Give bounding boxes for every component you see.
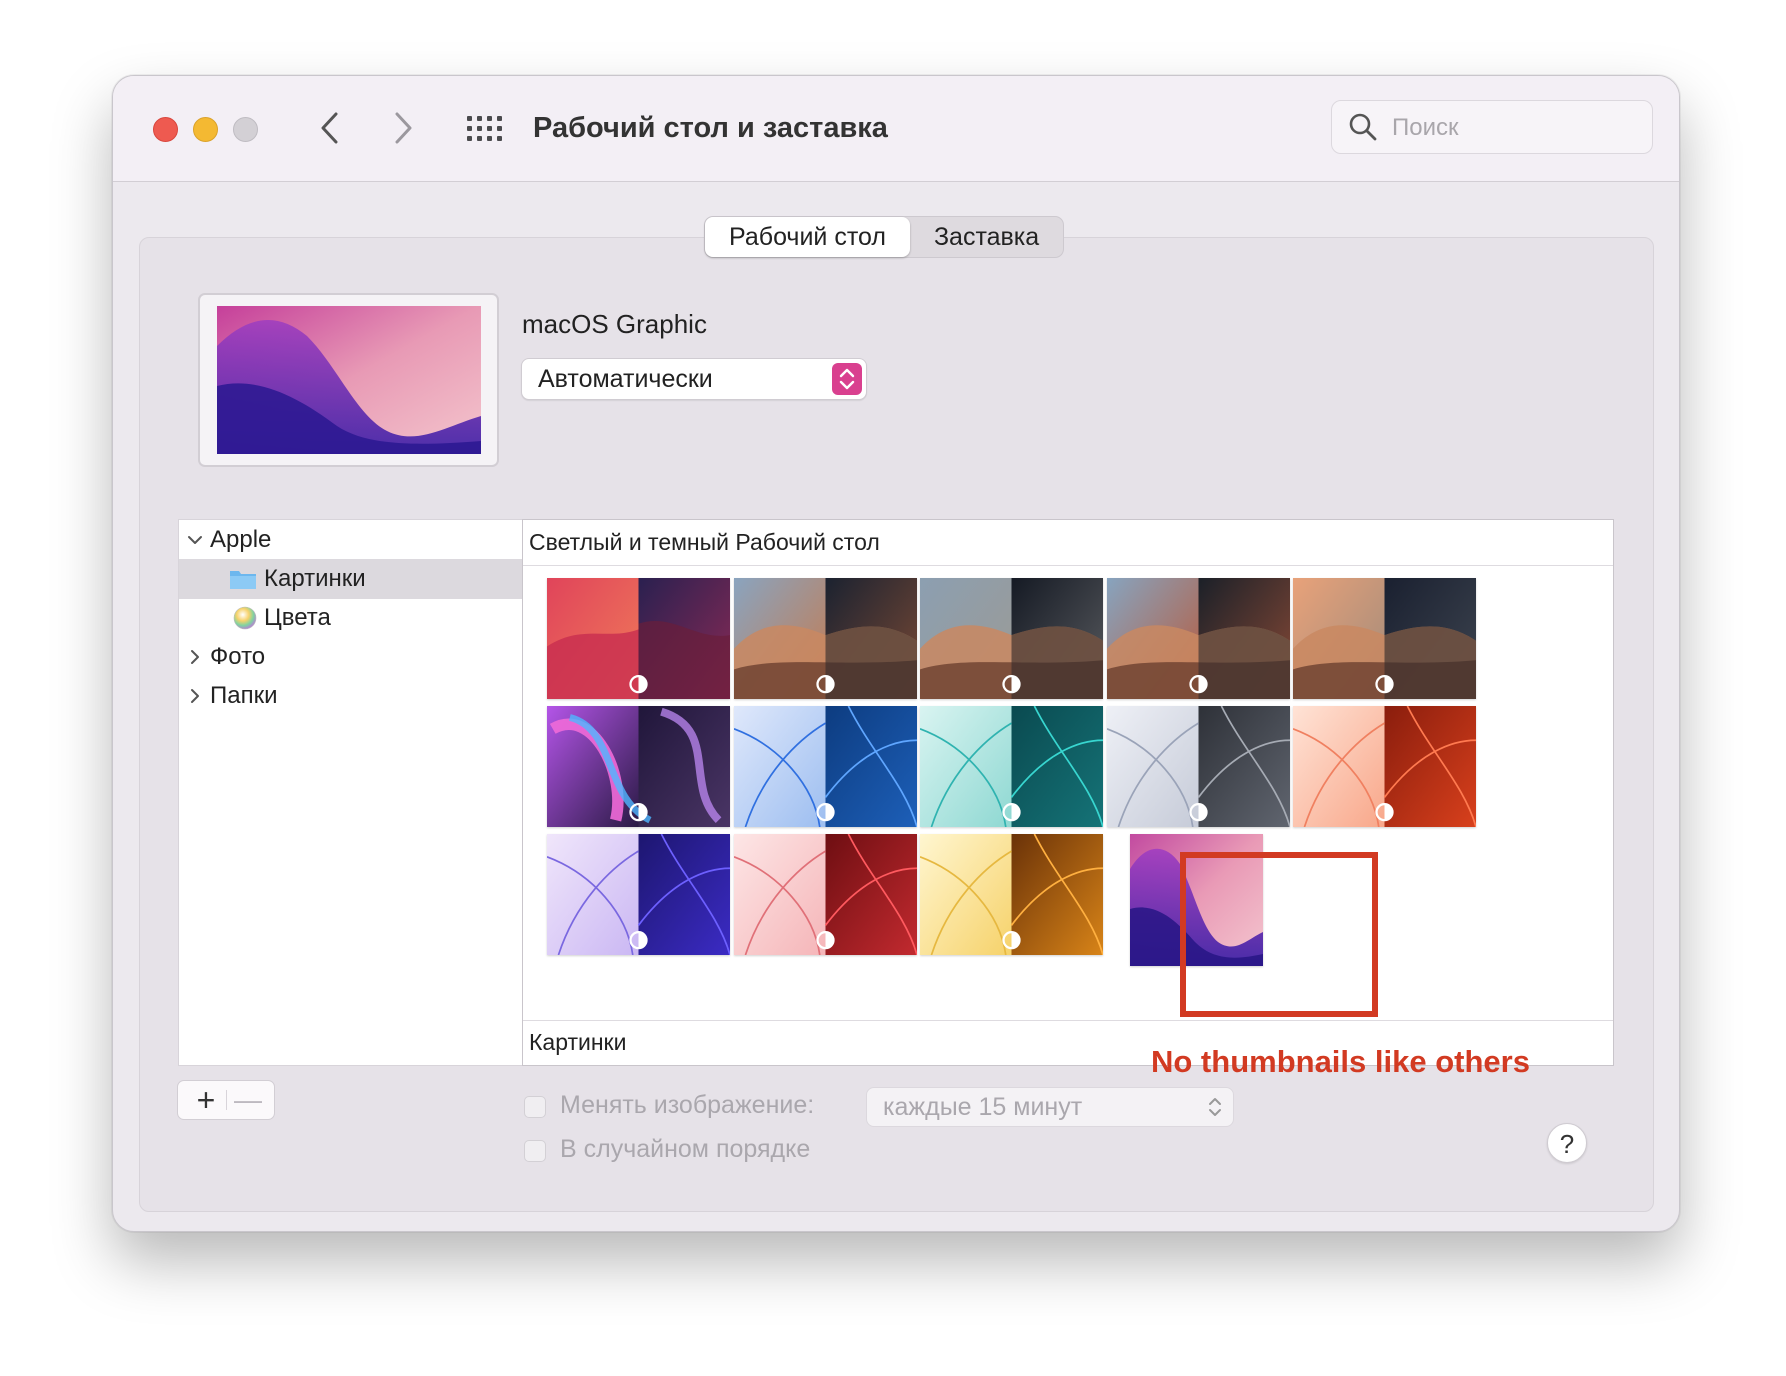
color-wheel-icon — [233, 606, 257, 630]
appearance-mode-popup[interactable]: Автоматически — [521, 358, 867, 400]
forward-button[interactable] — [381, 106, 425, 150]
sidebar-item-label: Папки — [210, 682, 278, 709]
titlebar: Рабочий стол и заставка — [113, 76, 1679, 182]
folder-icon — [230, 571, 256, 589]
zoom-button[interactable] — [233, 117, 258, 142]
chevron-right-icon — [191, 689, 199, 703]
silver-wallpaper-thumbnail[interactable] — [1107, 706, 1290, 827]
popup-arrows-icon — [1209, 1098, 1221, 1116]
minimize-button[interactable] — [193, 117, 218, 142]
tab-desktop[interactable]: Рабочий стол — [705, 217, 910, 257]
valley-wallpaper-thumbnail[interactable] — [920, 578, 1103, 699]
add-folder-button[interactable]: + — [188, 1081, 224, 1119]
white-rock-wallpaper-thumbnail[interactable] — [734, 578, 917, 699]
search-icon — [1349, 113, 1377, 141]
sidebar-item-folders[interactable]: Папки — [179, 676, 523, 716]
add-remove-control: + — — [177, 1080, 275, 1120]
dome-wallpaper-thumbnail[interactable] — [1293, 578, 1476, 699]
remove-folder-button[interactable]: — — [230, 1081, 266, 1119]
current-wallpaper-preview — [198, 293, 499, 467]
interval-popup[interactable]: каждые 15 минут — [866, 1087, 1234, 1127]
orange-wallpaper-thumbnail[interactable] — [1293, 706, 1476, 827]
close-button[interactable] — [153, 117, 178, 142]
annotation-highlight-box — [1180, 852, 1378, 1017]
annotation-text: No thumbnails like others — [1151, 1044, 1530, 1079]
change-picture-checkbox[interactable] — [524, 1096, 546, 1118]
wallpaper-name: macOS Graphic — [522, 309, 707, 339]
interval-value: каждые 15 минут — [883, 1093, 1083, 1121]
wallpaper-grid: Светлый и темный Рабочий стол Картинки — [522, 519, 1614, 1066]
section-header-pictures: Картинки — [529, 1029, 627, 1055]
search-field[interactable] — [1331, 100, 1653, 154]
sidebar-item-pictures[interactable]: Картинки — [179, 559, 523, 599]
help-button[interactable]: ? — [1547, 1123, 1587, 1163]
sidebar-item-label: Цвета — [264, 604, 331, 631]
chevron-left-icon — [321, 112, 338, 144]
tab-screensaver[interactable]: Заставка — [910, 217, 1063, 257]
macos-graphic-glass-wallpaper-thumbnail[interactable] — [547, 706, 730, 827]
wallpaper-preview-image — [217, 306, 481, 454]
back-button[interactable] — [308, 106, 352, 150]
random-order-label: В случайном порядке — [560, 1135, 811, 1163]
chevron-right-icon — [395, 112, 412, 144]
big-sur-wallpaper-thumbnail[interactable] — [547, 578, 730, 699]
source-sidebar: Apple Картинки Цвета Фото Папки — [178, 519, 524, 1066]
change-picture-label: Менять изображение: — [560, 1091, 815, 1119]
divider — [226, 1090, 227, 1110]
sidebar-item-label: Фото — [210, 643, 266, 670]
blue-wallpaper-thumbnail[interactable] — [734, 706, 917, 827]
chevron-right-icon — [191, 650, 199, 664]
tab-bar: Рабочий стол Заставка — [704, 216, 1065, 258]
sidebar-item-colors[interactable]: Цвета — [179, 598, 523, 638]
window-title: Рабочий стол и заставка — [533, 112, 888, 144]
yellow-wallpaper-thumbnail[interactable] — [920, 834, 1103, 955]
divider — [523, 565, 1613, 566]
purple-wallpaper-thumbnail[interactable] — [547, 834, 730, 955]
sidebar-item-label: Apple — [210, 526, 272, 553]
search-input[interactable] — [1390, 109, 1644, 147]
random-order-checkbox[interactable] — [524, 1140, 546, 1162]
divider — [523, 1020, 1613, 1021]
popup-arrows-icon — [832, 363, 862, 395]
sidebar-item-apple[interactable]: Apple — [179, 520, 523, 560]
section-header-light-dark: Светлый и темный Рабочий стол — [529, 529, 880, 555]
green-wallpaper-thumbnail[interactable] — [920, 706, 1103, 827]
sidebar-item-photos[interactable]: Фото — [179, 637, 523, 677]
show-all-grid-button[interactable] — [463, 108, 507, 148]
sidebar-item-label: Картинки — [264, 565, 366, 592]
appearance-mode-value: Автоматически — [538, 365, 713, 393]
pink-wallpaper-thumbnail[interactable] — [734, 834, 917, 955]
chevron-down-icon — [188, 536, 202, 544]
red-rock-wallpaper-thumbnail[interactable] — [1107, 578, 1290, 699]
